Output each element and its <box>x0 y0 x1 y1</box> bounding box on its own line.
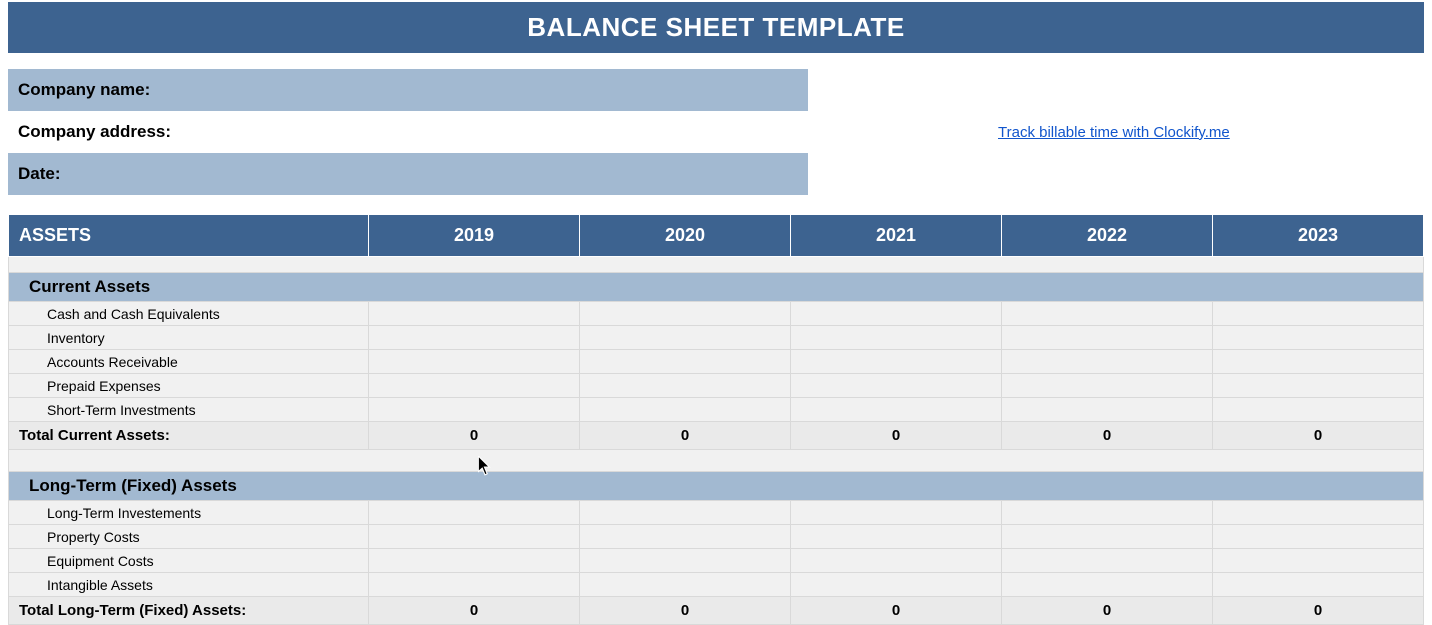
item-label[interactable]: Inventory <box>9 326 369 350</box>
cell[interactable] <box>1213 573 1424 597</box>
cell[interactable] <box>791 549 1002 573</box>
cell[interactable] <box>369 525 580 549</box>
total-value: 0 <box>791 422 1002 450</box>
cell[interactable] <box>580 350 791 374</box>
total-label: Total Long-Term (Fixed) Assets: <box>9 597 369 625</box>
table-header-row: ASSETS 2019 2020 2021 2022 2023 <box>9 215 1424 257</box>
cell[interactable] <box>1213 302 1424 326</box>
cell[interactable] <box>1002 501 1213 525</box>
cell[interactable] <box>791 326 1002 350</box>
table-row[interactable]: Cash and Cash Equivalents <box>9 302 1424 326</box>
table-row[interactable]: Accounts Receivable <box>9 350 1424 374</box>
balance-sheet-table: ASSETS 2019 2020 2021 2022 2023 Current … <box>8 215 1424 625</box>
item-label[interactable]: Equipment Costs <box>9 549 369 573</box>
table-row[interactable]: Equipment Costs <box>9 549 1424 573</box>
header-year[interactable]: 2019 <box>369 215 580 257</box>
cell[interactable] <box>1002 374 1213 398</box>
cell[interactable] <box>580 525 791 549</box>
company-name-label[interactable]: Company name: <box>8 69 808 111</box>
cell[interactable] <box>1002 525 1213 549</box>
table-row[interactable]: Prepaid Expenses <box>9 374 1424 398</box>
cell[interactable] <box>1213 525 1424 549</box>
header-year[interactable]: 2021 <box>791 215 1002 257</box>
date-label[interactable]: Date: <box>8 153 808 195</box>
cell[interactable] <box>580 501 791 525</box>
table-row[interactable]: Long-Term Investements <box>9 501 1424 525</box>
cell[interactable] <box>791 374 1002 398</box>
table-row[interactable]: Short-Term Investments <box>9 398 1424 422</box>
cell[interactable] <box>580 374 791 398</box>
cell[interactable] <box>369 549 580 573</box>
header-year[interactable]: 2020 <box>580 215 791 257</box>
cell[interactable] <box>369 326 580 350</box>
total-label: Total Current Assets: <box>9 422 369 450</box>
spacer <box>9 257 1424 273</box>
item-label[interactable]: Short-Term Investments <box>9 398 369 422</box>
total-row-long-term-assets[interactable]: Total Long-Term (Fixed) Assets: 0 0 0 0 … <box>9 597 1424 625</box>
cell[interactable] <box>791 501 1002 525</box>
cell[interactable] <box>791 398 1002 422</box>
item-label[interactable]: Intangible Assets <box>9 573 369 597</box>
section-header-long-term-assets[interactable]: Long-Term (Fixed) Assets <box>9 472 1424 501</box>
company-address-label[interactable]: Company address: <box>8 111 808 153</box>
item-label[interactable]: Prepaid Expenses <box>9 374 369 398</box>
cell[interactable] <box>791 302 1002 326</box>
item-label[interactable]: Cash and Cash Equivalents <box>9 302 369 326</box>
item-label[interactable]: Property Costs <box>9 525 369 549</box>
total-value: 0 <box>1002 597 1213 625</box>
item-label[interactable]: Accounts Receivable <box>9 350 369 374</box>
table-row[interactable]: Property Costs <box>9 525 1424 549</box>
total-value: 0 <box>1213 422 1424 450</box>
spacer <box>9 450 1424 472</box>
cell[interactable] <box>369 398 580 422</box>
cell[interactable] <box>1213 326 1424 350</box>
cell[interactable] <box>1002 398 1213 422</box>
section-header-current-assets[interactable]: Current Assets <box>9 273 1424 302</box>
cell[interactable] <box>1213 350 1424 374</box>
clockify-link[interactable]: Track billable time with Clockify.me <box>998 124 1230 141</box>
total-value: 0 <box>369 422 580 450</box>
page-title: BALANCE SHEET TEMPLATE <box>8 2 1424 53</box>
header-year[interactable]: 2022 <box>1002 215 1213 257</box>
cell[interactable] <box>580 326 791 350</box>
cell[interactable] <box>1002 302 1213 326</box>
total-value: 0 <box>1002 422 1213 450</box>
total-value: 0 <box>580 422 791 450</box>
cell[interactable] <box>369 573 580 597</box>
cell[interactable] <box>580 549 791 573</box>
cell[interactable] <box>791 350 1002 374</box>
total-value: 0 <box>791 597 1002 625</box>
cell[interactable] <box>1213 501 1424 525</box>
cell[interactable] <box>369 501 580 525</box>
total-value: 0 <box>580 597 791 625</box>
cell[interactable] <box>580 398 791 422</box>
info-block: Company name: Company address: Track bil… <box>8 69 1424 195</box>
table-row[interactable]: Inventory <box>9 326 1424 350</box>
cell[interactable] <box>1002 573 1213 597</box>
table-row[interactable]: Intangible Assets <box>9 573 1424 597</box>
cell[interactable] <box>1002 326 1213 350</box>
cell[interactable] <box>369 302 580 326</box>
cell[interactable] <box>1002 350 1213 374</box>
total-row-current-assets[interactable]: Total Current Assets: 0 0 0 0 0 <box>9 422 1424 450</box>
total-value: 0 <box>369 597 580 625</box>
cell[interactable] <box>791 573 1002 597</box>
cell[interactable] <box>1213 398 1424 422</box>
cell[interactable] <box>1002 549 1213 573</box>
cell[interactable] <box>1213 549 1424 573</box>
cell[interactable] <box>1213 374 1424 398</box>
item-label[interactable]: Long-Term Investements <box>9 501 369 525</box>
cell[interactable] <box>580 573 791 597</box>
cell[interactable] <box>580 302 791 326</box>
cell[interactable] <box>369 374 580 398</box>
total-value: 0 <box>1213 597 1424 625</box>
cell[interactable] <box>791 525 1002 549</box>
header-assets[interactable]: ASSETS <box>9 215 369 257</box>
header-year[interactable]: 2023 <box>1213 215 1424 257</box>
cell[interactable] <box>369 350 580 374</box>
